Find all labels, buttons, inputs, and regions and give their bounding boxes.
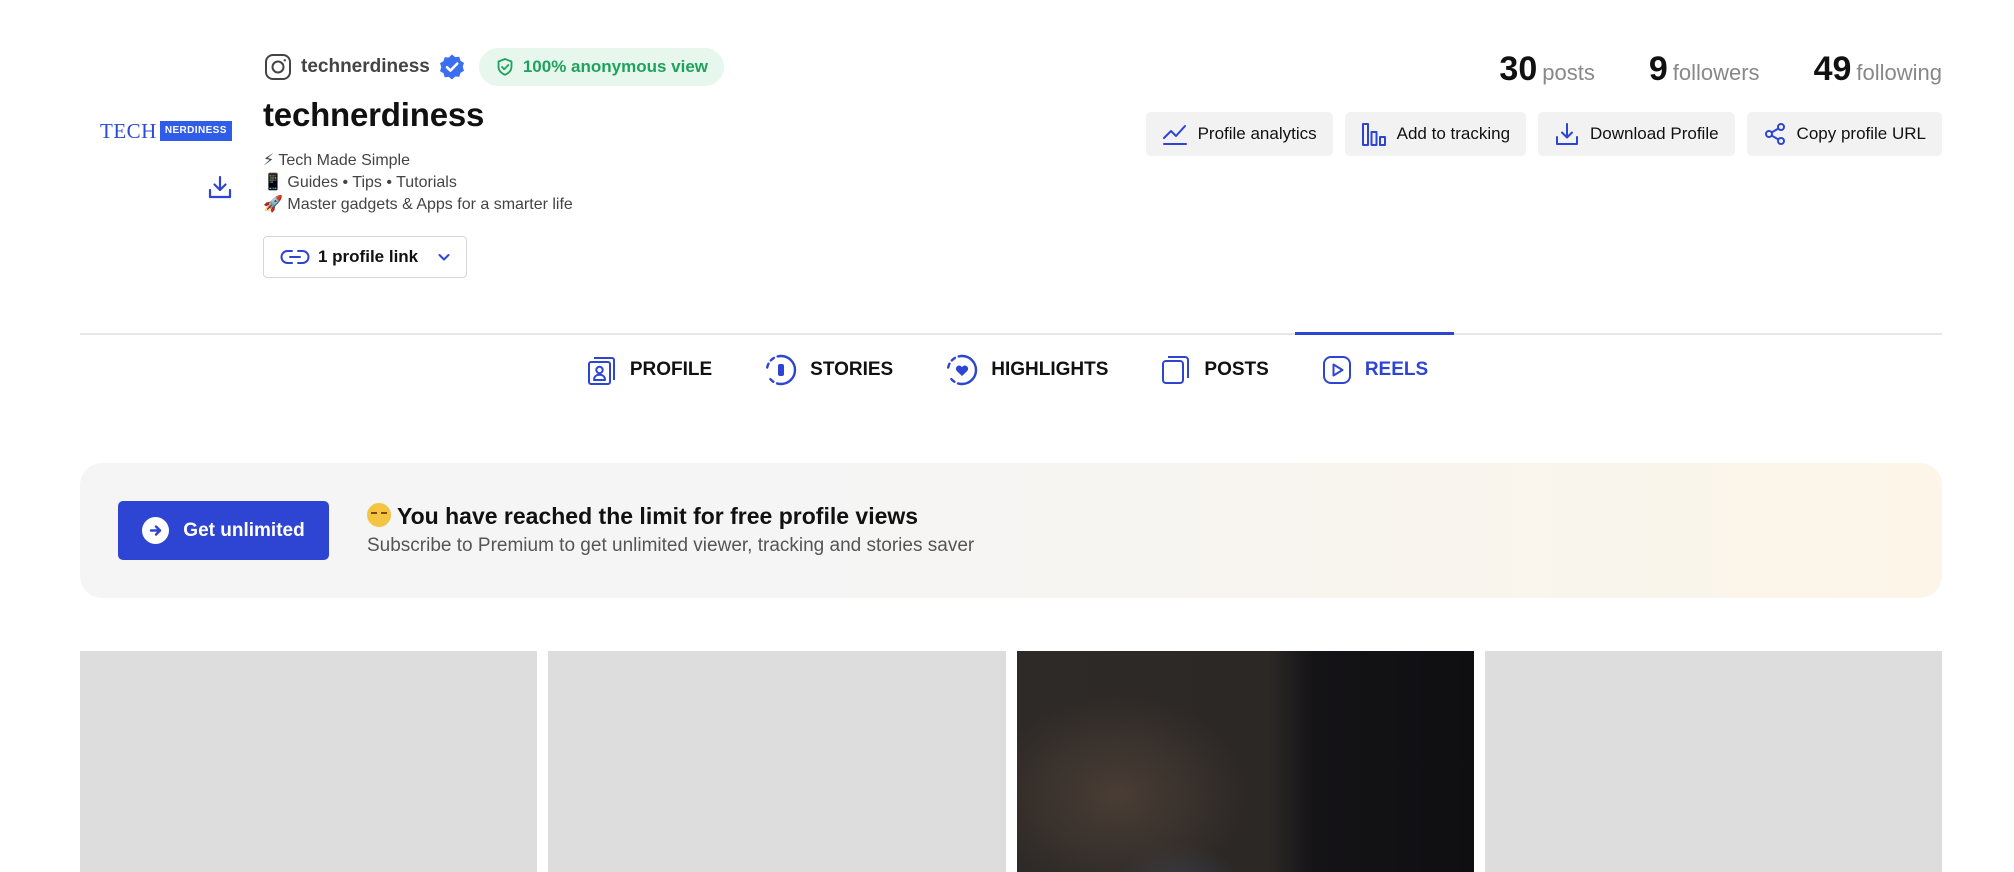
posts-label: posts xyxy=(1542,60,1595,85)
stories-icon xyxy=(766,354,797,386)
stat-following: 49 following xyxy=(1814,50,1942,89)
add-to-tracking-button[interactable]: Add to tracking xyxy=(1344,112,1527,156)
profile-tabs: PROFILE STORIES HIGHLIGHTS POSTS REELS xyxy=(0,331,2014,407)
tab-stories-label: STORIES xyxy=(810,359,894,380)
posts-count: 30 xyxy=(1499,50,1538,88)
anonymous-view-badge: 100% anonymous view xyxy=(478,48,725,86)
tab-posts[interactable]: POSTS xyxy=(1134,333,1294,407)
followers-label: followers xyxy=(1672,60,1760,85)
download-profile-label: Download Profile xyxy=(1590,124,1719,143)
get-unlimited-button[interactable]: Get unlimited xyxy=(118,501,329,560)
posts-icon xyxy=(1162,356,1190,384)
following-count: 49 xyxy=(1813,50,1852,88)
shield-check-icon xyxy=(497,58,513,76)
profile-bio: ⚡ Tech Made Simple 📱 Guides • Tips • Tut… xyxy=(263,150,573,216)
bio-line: 🚀 Master gadgets & Apps for a smarter li… xyxy=(263,196,573,213)
username: technerdiness xyxy=(301,56,430,77)
premium-limit-banner: Get unlimited You have reached the limit… xyxy=(80,463,1942,598)
trend-line-icon xyxy=(1162,125,1187,145)
chevron-down-icon xyxy=(438,254,450,261)
tab-highlights-label: HIGHLIGHTS xyxy=(991,359,1109,380)
tab-profile-label: PROFILE xyxy=(629,359,713,380)
reel-thumbnail[interactable] xyxy=(548,651,1006,872)
avatar-logo-text-nerdiness: NERDINESS xyxy=(159,121,232,141)
download-profile-button[interactable]: Download Profile xyxy=(1538,112,1735,156)
tab-reels-label: REELS xyxy=(1364,359,1429,380)
verified-badge-icon xyxy=(439,54,464,80)
highlights-heart-icon xyxy=(947,354,978,386)
reel-thumbnail[interactable] xyxy=(1484,651,1942,872)
banner-subtitle: Subscribe to Premium to get unlimited vi… xyxy=(367,535,975,556)
instagram-icon xyxy=(265,54,291,80)
add-to-tracking-label: Add to tracking xyxy=(1396,124,1511,143)
share-icon xyxy=(1764,123,1785,145)
bar-chart-icon xyxy=(1361,123,1386,146)
tab-highlights[interactable]: HIGHLIGHTS xyxy=(919,333,1134,407)
username-row: technerdiness 100% anonymous view xyxy=(263,48,725,86)
bio-line: 📱 Guides • Tips • Tutorials xyxy=(263,174,457,191)
arrow-right-circle-icon xyxy=(142,517,170,544)
reel-thumbnail[interactable] xyxy=(80,651,538,872)
download-avatar-icon[interactable] xyxy=(205,173,235,203)
tab-stories[interactable]: STORIES xyxy=(738,333,919,407)
download-icon xyxy=(1556,123,1579,145)
profile-stats: 30 posts 9 followers 49 following xyxy=(1499,50,1942,89)
profile-avatar: TECH NERDINESS xyxy=(100,114,232,148)
profile-analytics-button[interactable]: Profile analytics xyxy=(1145,112,1333,156)
anonymous-view-label: 100% anonymous view xyxy=(522,57,709,76)
profile-analytics-label: Profile analytics xyxy=(1197,124,1317,143)
profile-actions: Profile analytics Add to tracking Downlo… xyxy=(1145,112,1942,156)
profile-link-dropdown[interactable]: 1 profile link xyxy=(263,236,467,278)
get-unlimited-label: Get unlimited xyxy=(183,519,305,541)
link-icon xyxy=(280,250,310,264)
tab-profile[interactable]: PROFILE xyxy=(560,333,738,407)
copy-profile-url-button[interactable]: Copy profile URL xyxy=(1746,112,1942,156)
tab-reels[interactable]: REELS xyxy=(1294,331,1455,407)
bio-line: ⚡ Tech Made Simple xyxy=(263,152,411,169)
following-label: following xyxy=(1856,60,1942,85)
stat-followers: 9 followers xyxy=(1649,50,1760,89)
profile-card-icon xyxy=(587,357,615,385)
banner-title-text: You have reached the limit for free prof… xyxy=(397,503,919,529)
profile-full-name: technerdiness xyxy=(263,96,485,133)
sad-face-icon xyxy=(367,503,391,527)
avatar-logo-text-tech: TECH xyxy=(100,118,157,143)
banner-title: You have reached the limit for free prof… xyxy=(367,503,918,530)
reels-grid xyxy=(80,651,1942,872)
stat-posts: 30 posts xyxy=(1499,50,1594,89)
copy-profile-url-label: Copy profile URL xyxy=(1796,124,1926,143)
followers-count: 9 xyxy=(1648,50,1668,88)
profile-link-label: 1 profile link xyxy=(318,247,419,266)
reels-play-icon xyxy=(1322,356,1351,384)
reel-thumbnail[interactable] xyxy=(1016,651,1474,872)
tab-posts-label: POSTS xyxy=(1204,359,1269,380)
